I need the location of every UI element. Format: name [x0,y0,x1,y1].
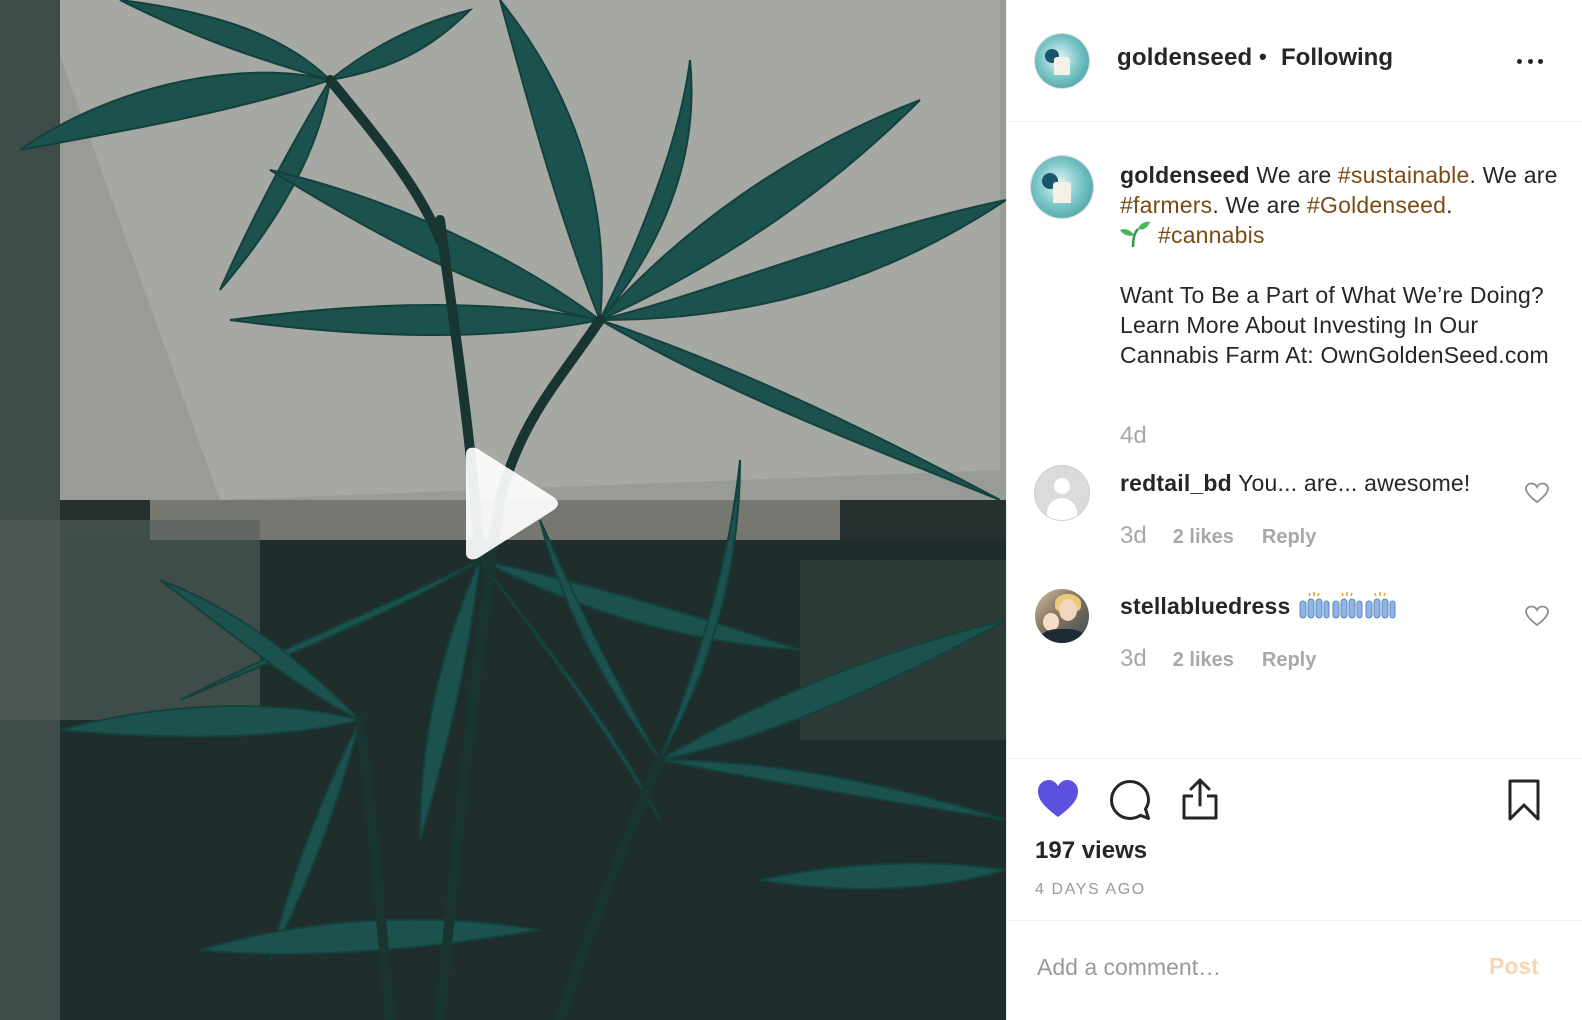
raising-hands-icon [1299,592,1396,619]
share-icon[interactable] [1180,777,1220,821]
post-video[interactable] [0,0,1006,1020]
play-icon [466,447,558,560]
comment-input[interactable] [1037,945,1457,989]
reply-button[interactable]: Reply [1262,649,1316,672]
author-username[interactable]: goldenseed [1117,44,1252,72]
comment-text: redtail_bd You... are... awesome! [1120,468,1510,498]
play-button[interactable] [452,446,562,561]
comment-timestamp[interactable]: 3d [1120,522,1147,550]
action-bar: 197 views 4 DAYS AGO [1007,758,1582,920]
header-separator: • [1259,44,1267,69]
comment-likes-count[interactable]: 2 likes [1173,526,1234,549]
comment-item: stellabluedress 3d 2 likes Reply [1007,589,1582,699]
comment-meta: 3d 2 likes Reply [1120,645,1316,673]
hashtag-link[interactable]: #farmers [1120,192,1212,218]
hashtag-link[interactable]: #Goldenseed [1307,192,1446,218]
heart-outline-icon[interactable] [1525,482,1549,504]
commenter-avatar[interactable] [1035,466,1089,520]
following-button[interactable]: Following [1281,44,1393,72]
caption-timestamp[interactable]: 4d [1120,422,1147,450]
seedling-icon [1120,221,1150,247]
view-count[interactable]: 197 views [1035,837,1147,865]
comment-body: You... are... awesome! [1238,470,1471,496]
heart-outline-icon[interactable] [1525,605,1549,627]
caption-avatar[interactable] [1031,156,1093,218]
caption-username[interactable]: goldenseed [1120,162,1250,188]
comment-timestamp[interactable]: 3d [1120,645,1147,673]
commenter-username[interactable]: stellabluedress [1120,593,1290,619]
post-comment-button[interactable]: Post [1489,953,1539,980]
caption-text: goldenseed We are #sustainable. We are #… [1120,162,1558,248]
more-icon [1517,58,1522,64]
comment-item: redtail_bd You... are... awesome! 3d 2 l… [1007,466,1582,576]
post-header: goldenseed • Following [1007,0,1582,122]
hashtag-link[interactable]: #cannabis [1158,222,1265,248]
reply-button[interactable]: Reply [1262,526,1316,549]
comment-meta: 3d 2 likes Reply [1120,522,1316,550]
hashtag-link[interactable]: #sustainable [1338,162,1470,188]
comments-list: goldenseed We are #sustainable. We are #… [1007,122,1582,758]
comment-likes-count[interactable]: 2 likes [1173,649,1234,672]
more-options-button[interactable] [1513,48,1547,74]
commenter-username[interactable]: redtail_bd [1120,470,1232,496]
comment-text: stellabluedress [1120,591,1510,621]
heart-filled-icon[interactable] [1037,779,1079,819]
author-avatar[interactable] [1035,34,1089,88]
post-panel: goldenseed • Following goldenseed We are… [1006,0,1582,1020]
post-date[interactable]: 4 DAYS AGO [1035,881,1146,899]
add-comment-bar: Post [1007,920,1582,1020]
caption-body: Want To Be a Part of What We’re Doing? L… [1120,282,1549,368]
bookmark-icon[interactable] [1507,779,1541,821]
commenter-avatar[interactable] [1035,589,1089,643]
comment-icon[interactable] [1109,779,1151,821]
